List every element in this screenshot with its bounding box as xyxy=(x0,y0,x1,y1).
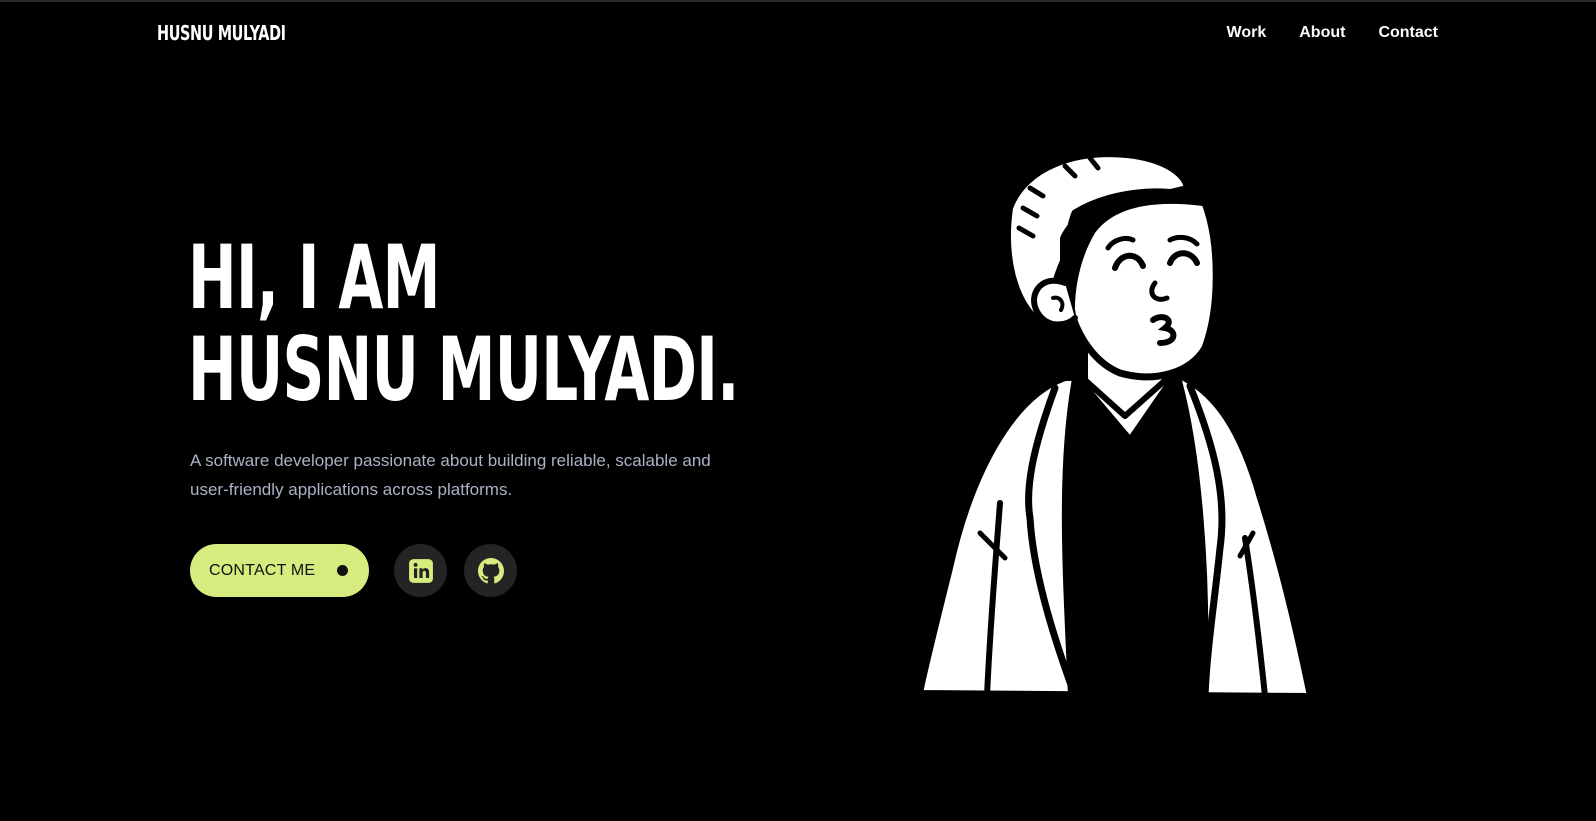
linkedin-icon xyxy=(408,558,433,583)
linkedin-button[interactable] xyxy=(394,544,447,597)
hero-actions: CONTACT ME xyxy=(190,544,517,597)
main-nav: Work About Contact xyxy=(1227,22,1438,44)
nav-about[interactable]: About xyxy=(1299,22,1345,44)
dot-icon xyxy=(337,565,348,576)
github-button[interactable] xyxy=(464,544,517,597)
brand-logo[interactable]: HUSNU MULYADI xyxy=(157,20,286,46)
hero-title-line1: HI, I AM xyxy=(188,226,440,329)
nav-contact[interactable]: Contact xyxy=(1378,22,1438,44)
github-icon xyxy=(477,557,504,583)
hero-description: A software developer passionate about bu… xyxy=(190,451,711,499)
hero-title-line2: HUSNU MULYADI. xyxy=(188,318,739,421)
top-border xyxy=(0,0,1596,2)
contact-me-label: CONTACT ME xyxy=(209,561,316,579)
hero-title: HI, I AM HUSNU MULYADI. xyxy=(188,232,739,416)
contact-me-button[interactable]: CONTACT ME xyxy=(190,544,369,597)
developer-avatar-illustration xyxy=(917,151,1313,700)
nav-work[interactable]: Work xyxy=(1227,22,1267,44)
